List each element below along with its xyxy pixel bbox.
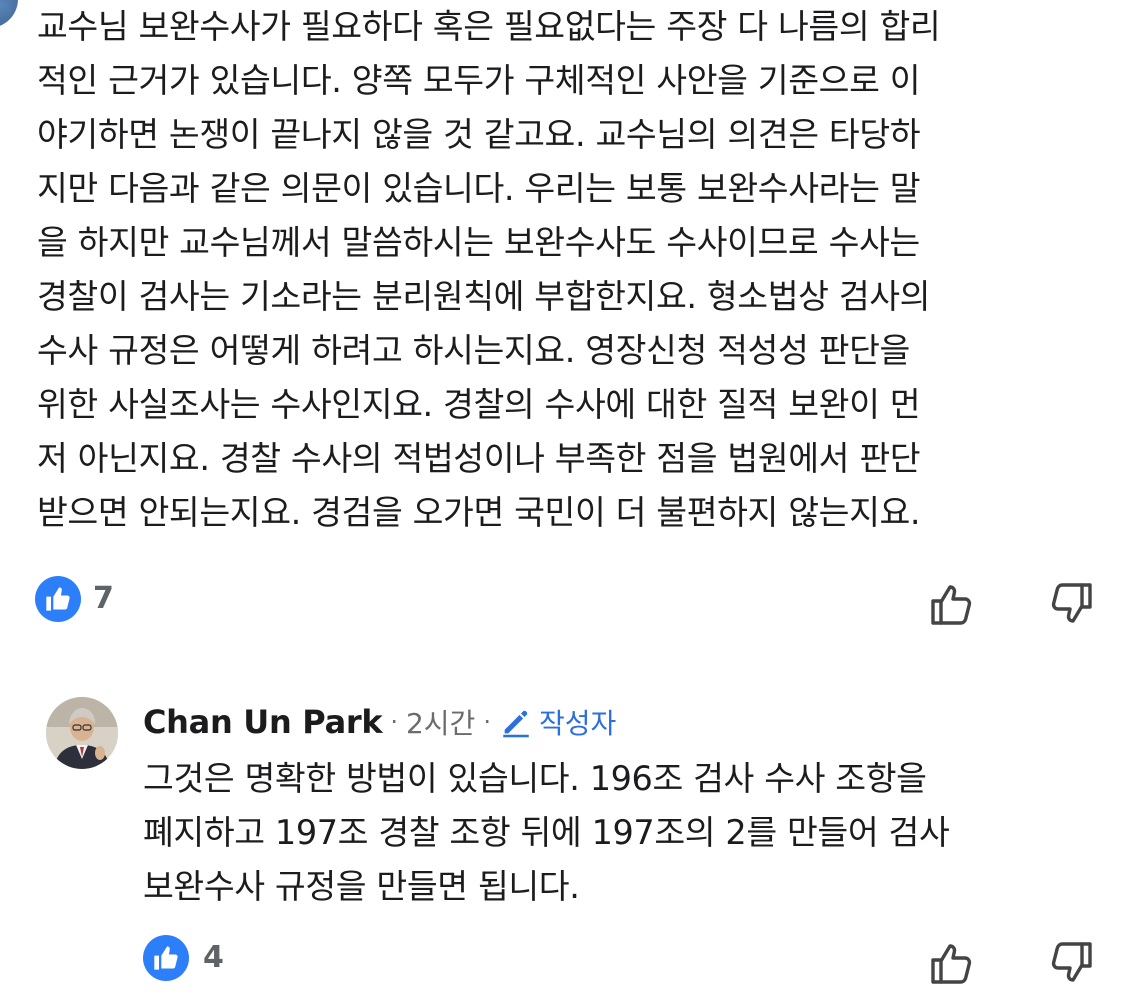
reply-text: 그것은 명확한 방법이 있습니다. 196조 검사 수사 조항을 폐지하고 19…	[143, 759, 950, 906]
thumbs-up-icon	[931, 944, 972, 984]
like-count: 7	[93, 581, 114, 616]
like-button[interactable]	[928, 938, 978, 988]
avatar[interactable]	[0, 0, 18, 28]
separator-dot: ·	[483, 708, 491, 736]
like-button[interactable]	[928, 579, 978, 629]
dislike-button[interactable]	[1050, 579, 1100, 629]
comment-text: 교수님 보완수사가 필요하다 혹은 필요없다는 주장 다 나름의 합리 적인 근…	[37, 7, 941, 532]
author-badge-label: 작성자	[538, 707, 617, 740]
avatar[interactable]	[46, 697, 118, 769]
pencil-icon	[503, 710, 529, 738]
comment-thread: 교수님 보완수사가 필요하다 혹은 필요없다는 주장 다 나름의 합리 적인 근…	[0, 0, 1144, 1002]
reply-reactions: 4	[0, 935, 1144, 985]
like-count: 4	[203, 940, 224, 975]
reply-header: Chan Un Park · 2시간 · 작성자	[143, 700, 616, 744]
like-reaction-icon	[143, 935, 189, 981]
timestamp[interactable]: 2시간	[406, 702, 475, 742]
thumbs-down-icon	[1051, 942, 1092, 982]
separator-dot: ·	[390, 708, 398, 736]
dislike-button[interactable]	[1050, 938, 1100, 988]
author-name[interactable]: Chan Un Park	[143, 703, 383, 741]
comment-reactions: 7	[0, 576, 1144, 626]
thumbs-up-icon	[931, 585, 972, 625]
author-badge: 작성자	[499, 702, 616, 742]
like-reaction-icon	[35, 576, 81, 622]
thumbs-down-icon	[1051, 583, 1092, 623]
